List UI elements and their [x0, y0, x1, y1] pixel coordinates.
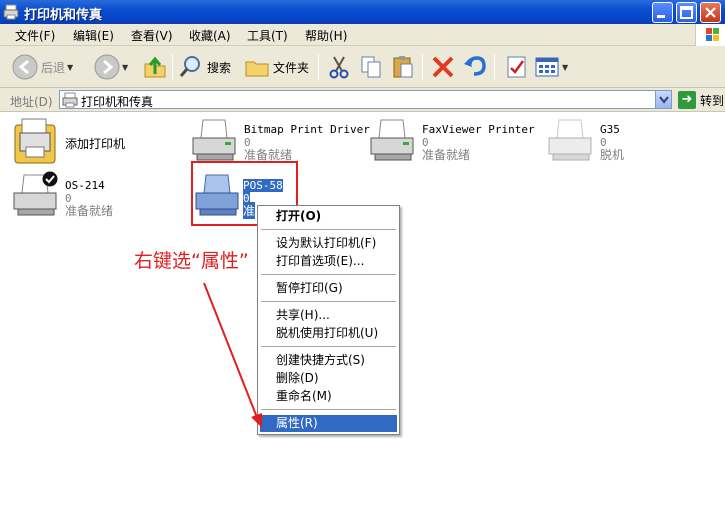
views-icon: [535, 57, 559, 77]
paste-icon: [393, 56, 413, 78]
menu-file[interactable]: 文件(F): [15, 27, 55, 44]
up-folder-button[interactable]: [142, 51, 168, 83]
properties-icon: [507, 56, 526, 78]
title-bar: 打印机和传真: [0, 0, 725, 24]
menu-use-offline[interactable]: 脱机使用打印机(U): [260, 325, 397, 342]
menu-separator: [261, 409, 396, 410]
window-title: 打印机和传真: [24, 8, 103, 23]
address-dropdown-button[interactable]: [655, 91, 671, 108]
menu-view[interactable]: 查看(V): [131, 27, 173, 44]
up-folder-icon: [144, 56, 166, 78]
menu-separator: [261, 301, 396, 302]
printer-name: OS-214: [65, 179, 105, 192]
delete-x-icon: [432, 56, 454, 78]
maximize-icon: [680, 6, 693, 19]
menu-separator: [261, 229, 396, 230]
search-button[interactable]: 搜索: [178, 51, 231, 83]
menu-properties[interactable]: 属性(R): [260, 415, 397, 432]
printer-icon: [370, 119, 414, 161]
back-arrow-icon: [12, 54, 38, 80]
copy-icon: [361, 56, 381, 78]
minimize-icon: [657, 15, 665, 18]
delete-button[interactable]: [430, 51, 456, 83]
minimize-button[interactable]: [652, 2, 673, 23]
go-button[interactable]: ➜ 转到: [678, 90, 725, 110]
context-menu: 打开(O) 设为默认打印机(F) 打印首选项(E)... 暂停打印(G) 共享(…: [257, 205, 400, 435]
go-label: 转到: [700, 93, 725, 108]
forward-arrow-icon: [94, 54, 120, 80]
menu-open[interactable]: 打开(O): [260, 208, 397, 225]
maximize-button[interactable]: [676, 2, 697, 23]
printer-icon: [192, 119, 236, 161]
back-dropdown-icon[interactable]: ▼: [67, 63, 73, 72]
address-value: 打印机和传真: [81, 95, 154, 109]
back-button[interactable]: 后退 ▼: [12, 51, 73, 83]
address-label: 地址(D): [10, 95, 53, 109]
menu-sharing[interactable]: 共享(H)...: [260, 307, 397, 324]
undo-button[interactable]: [462, 51, 488, 83]
menu-create-shortcut[interactable]: 创建快捷方式(S): [260, 352, 397, 369]
search-icon: [179, 56, 200, 77]
copy-button[interactable]: [358, 51, 384, 83]
toolbar-separator: [494, 54, 495, 80]
printer-item[interactable]: G35 0 脱机: [547, 116, 657, 166]
properties-button[interactable]: [504, 51, 530, 83]
toolbar: 后退 ▼ ▼ 搜索 文件夹 ▼: [0, 46, 725, 88]
printer-status: 准备就绪: [65, 204, 114, 218]
go-arrow-icon: ➜: [678, 91, 696, 109]
toolbar-separator: [318, 54, 319, 80]
annotation-text: 右键选“属性”: [134, 250, 249, 272]
printer-item[interactable]: Bitmap Print Driver 0 准备就绪: [191, 116, 370, 166]
chevron-down-icon: [659, 96, 669, 104]
search-label: 搜索: [207, 60, 232, 75]
windows-flag-icon: [706, 28, 719, 41]
menu-separator: [261, 274, 396, 275]
printer-folder-icon: [3, 4, 19, 20]
printer-status: 脱机: [600, 148, 625, 162]
printer-item[interactable]: FaxViewer Printer 0 准备就绪: [369, 116, 539, 166]
undo-icon: [464, 56, 486, 76]
toolbar-separator: [172, 54, 173, 80]
add-printer-item[interactable]: 添加打印机: [12, 117, 152, 167]
printer-folder-icon: [62, 92, 78, 108]
scissors-icon: [329, 56, 349, 79]
add-printer-icon: [14, 118, 56, 164]
windows-logo: [695, 24, 725, 46]
menu-edit[interactable]: 编辑(E): [73, 27, 114, 44]
address-bar: 地址(D) 打印机和传真 ➜ 转到: [0, 88, 725, 112]
address-input[interactable]: 打印机和传真: [59, 90, 672, 109]
menu-bar: 文件(F) 编辑(E) 查看(V) 收藏(A) 工具(T) 帮助(H): [0, 24, 725, 46]
views-dropdown-icon[interactable]: ▼: [562, 63, 568, 72]
menu-separator: [261, 346, 396, 347]
printer-name: G35: [600, 123, 620, 136]
printer-offline-icon: [548, 119, 592, 161]
menu-rename[interactable]: 重命名(M): [260, 388, 397, 405]
menu-pause-printing[interactable]: 暂停打印(G): [260, 280, 397, 297]
menu-tools[interactable]: 工具(T): [247, 27, 288, 44]
paste-button[interactable]: [390, 51, 416, 83]
printer-status: 准备就绪: [422, 148, 471, 162]
menu-help[interactable]: 帮助(H): [305, 27, 347, 44]
forward-dropdown-icon[interactable]: ▼: [122, 63, 128, 72]
printer-item[interactable]: OS-214 0 准备就绪: [12, 171, 152, 221]
menu-favorites[interactable]: 收藏(A): [189, 27, 231, 44]
close-icon: [705, 7, 716, 18]
printer-name: 添加打印机: [65, 137, 126, 151]
views-button[interactable]: ▼: [534, 51, 568, 83]
close-button[interactable]: [700, 2, 721, 23]
menu-print-preferences[interactable]: 打印首选项(E)...: [260, 253, 397, 270]
default-check-icon: [42, 171, 58, 187]
back-label: 后退: [41, 60, 66, 75]
printer-name: Bitmap Print Driver: [244, 123, 370, 136]
menu-delete[interactable]: 删除(D): [260, 370, 397, 387]
toolbar-separator: [422, 54, 423, 80]
printer-name: FaxViewer Printer: [422, 123, 535, 136]
forward-button[interactable]: ▼: [94, 51, 128, 83]
folders-button[interactable]: 文件夹: [244, 51, 309, 83]
cut-button[interactable]: [326, 51, 352, 83]
folders-icon: [245, 61, 269, 77]
folders-label: 文件夹: [273, 60, 310, 75]
menu-set-default[interactable]: 设为默认打印机(F): [260, 235, 397, 252]
